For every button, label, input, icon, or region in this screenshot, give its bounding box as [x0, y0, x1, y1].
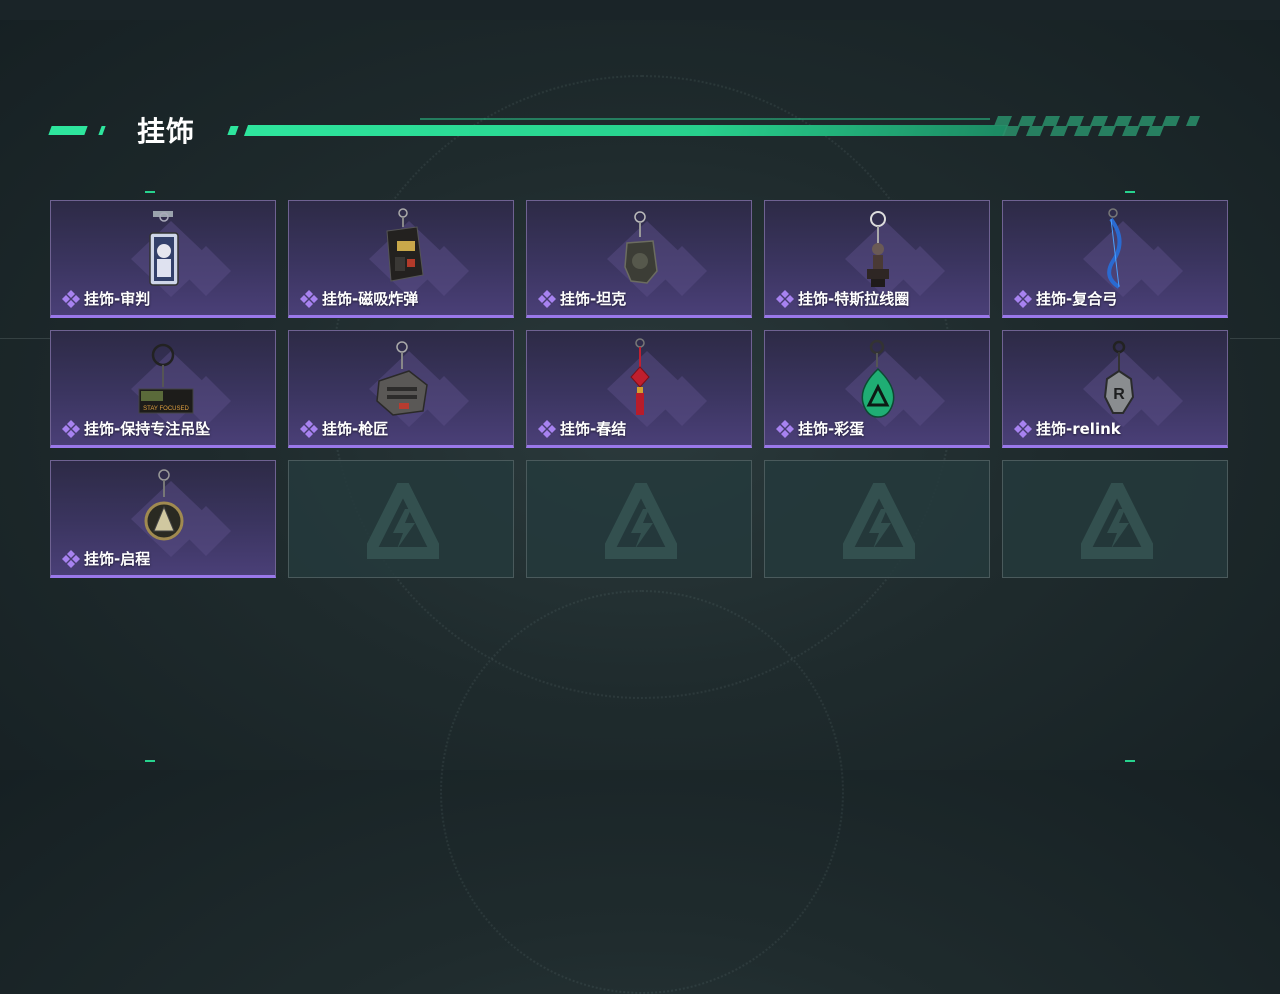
rarity-diamond-icon [1014, 289, 1032, 308]
empty-slot-logo-icon [843, 483, 915, 559]
charm-label: 挂饰-枪匠 [299, 418, 388, 439]
charm-label: 挂饰-审判 [61, 288, 150, 309]
charm-label: 挂饰-relink [1013, 418, 1121, 439]
corner-tick [1125, 760, 1135, 762]
rarity-diamond-icon [62, 289, 80, 308]
charm-name: 挂饰-保持专注吊坠 [84, 420, 211, 438]
rarity-diamond-icon [776, 419, 794, 438]
rarity-diamond-icon [538, 419, 556, 438]
empty-charm-slot[interactable] [526, 460, 752, 578]
charm-name: 挂饰-审判 [84, 290, 151, 308]
charm-name: 挂饰-relink [1036, 420, 1121, 438]
charm-card[interactable]: 挂饰-坦克 [526, 200, 752, 318]
section-title: 挂饰 [137, 115, 196, 148]
charm-card[interactable]: 挂饰-审判 [50, 200, 276, 318]
rarity-diamond-icon [300, 419, 318, 438]
rarity-diamond-icon [1014, 419, 1032, 438]
charm-name: 挂饰-彩蛋 [798, 420, 865, 438]
section-header: 挂饰 [0, 108, 1280, 148]
rarity-diamond-icon [776, 289, 794, 308]
charm-name: 挂饰-启程 [84, 550, 151, 568]
charm-label: 挂饰-复合弓 [1013, 288, 1117, 309]
stay-focused-tag: STAY FOCUSED [143, 406, 189, 412]
checker-pattern [994, 116, 1200, 136]
charm-label: 挂饰-磁吸炸弹 [299, 288, 418, 309]
charm-card[interactable]: 挂饰-磁吸炸弹 [288, 200, 514, 318]
charm-label: 挂饰-坦克 [537, 288, 626, 309]
header-thin-line [420, 118, 990, 120]
header-accent-dash [227, 126, 239, 135]
charm-card[interactable]: 挂饰-特斯拉线圈 [764, 200, 990, 318]
background-arc-inner [440, 590, 844, 994]
charm-label: 挂饰-启程 [61, 548, 150, 569]
charm-card[interactable]: 挂饰-复合弓 [1002, 200, 1228, 318]
svg-text:R: R [1113, 386, 1125, 403]
charm-name: 挂饰-特斯拉线圈 [798, 290, 910, 308]
empty-charm-slot[interactable] [764, 460, 990, 578]
charm-label: 挂饰-春结 [537, 418, 626, 439]
charm-card[interactable]: 挂饰-彩蛋 [764, 330, 990, 448]
rarity-diamond-icon [538, 289, 556, 308]
charm-card[interactable]: 挂饰-枪匠 [288, 330, 514, 448]
top-bar [0, 0, 1280, 20]
rarity-diamond-icon [62, 549, 80, 568]
empty-slot-logo-icon [605, 483, 677, 559]
empty-charm-slot[interactable] [1002, 460, 1228, 578]
charm-card[interactable]: 挂饰-启程 [50, 460, 276, 578]
corner-tick [1125, 191, 1135, 193]
charm-label: 挂饰-特斯拉线圈 [775, 288, 909, 309]
charm-label: 挂饰-保持专注吊坠 [61, 418, 210, 439]
header-accent-dash [48, 126, 88, 135]
divider-right [1230, 338, 1280, 339]
header-accent-bar [243, 125, 1009, 136]
charm-name: 挂饰-坦克 [560, 290, 627, 308]
charm-card[interactable]: STAY FOCUSED 挂饰-保持专注吊坠 [50, 330, 276, 448]
charm-card[interactable]: R 挂饰-relink [1002, 330, 1228, 448]
charm-name: 挂饰-复合弓 [1036, 290, 1118, 308]
corner-tick [145, 760, 155, 762]
empty-charm-slot[interactable] [288, 460, 514, 578]
charm-label: 挂饰-彩蛋 [775, 418, 864, 439]
corner-tick [145, 191, 155, 193]
rarity-diamond-icon [300, 289, 318, 308]
charm-card[interactable]: 挂饰-春结 [526, 330, 752, 448]
header-accent-dash [98, 126, 106, 135]
empty-slot-logo-icon [367, 483, 439, 559]
charm-name: 挂饰-磁吸炸弹 [322, 290, 419, 308]
rarity-diamond-icon [62, 419, 80, 438]
charm-name: 挂饰-枪匠 [322, 420, 389, 438]
divider-left [0, 338, 50, 339]
charm-name: 挂饰-春结 [560, 420, 627, 438]
empty-slot-logo-icon [1081, 483, 1153, 559]
